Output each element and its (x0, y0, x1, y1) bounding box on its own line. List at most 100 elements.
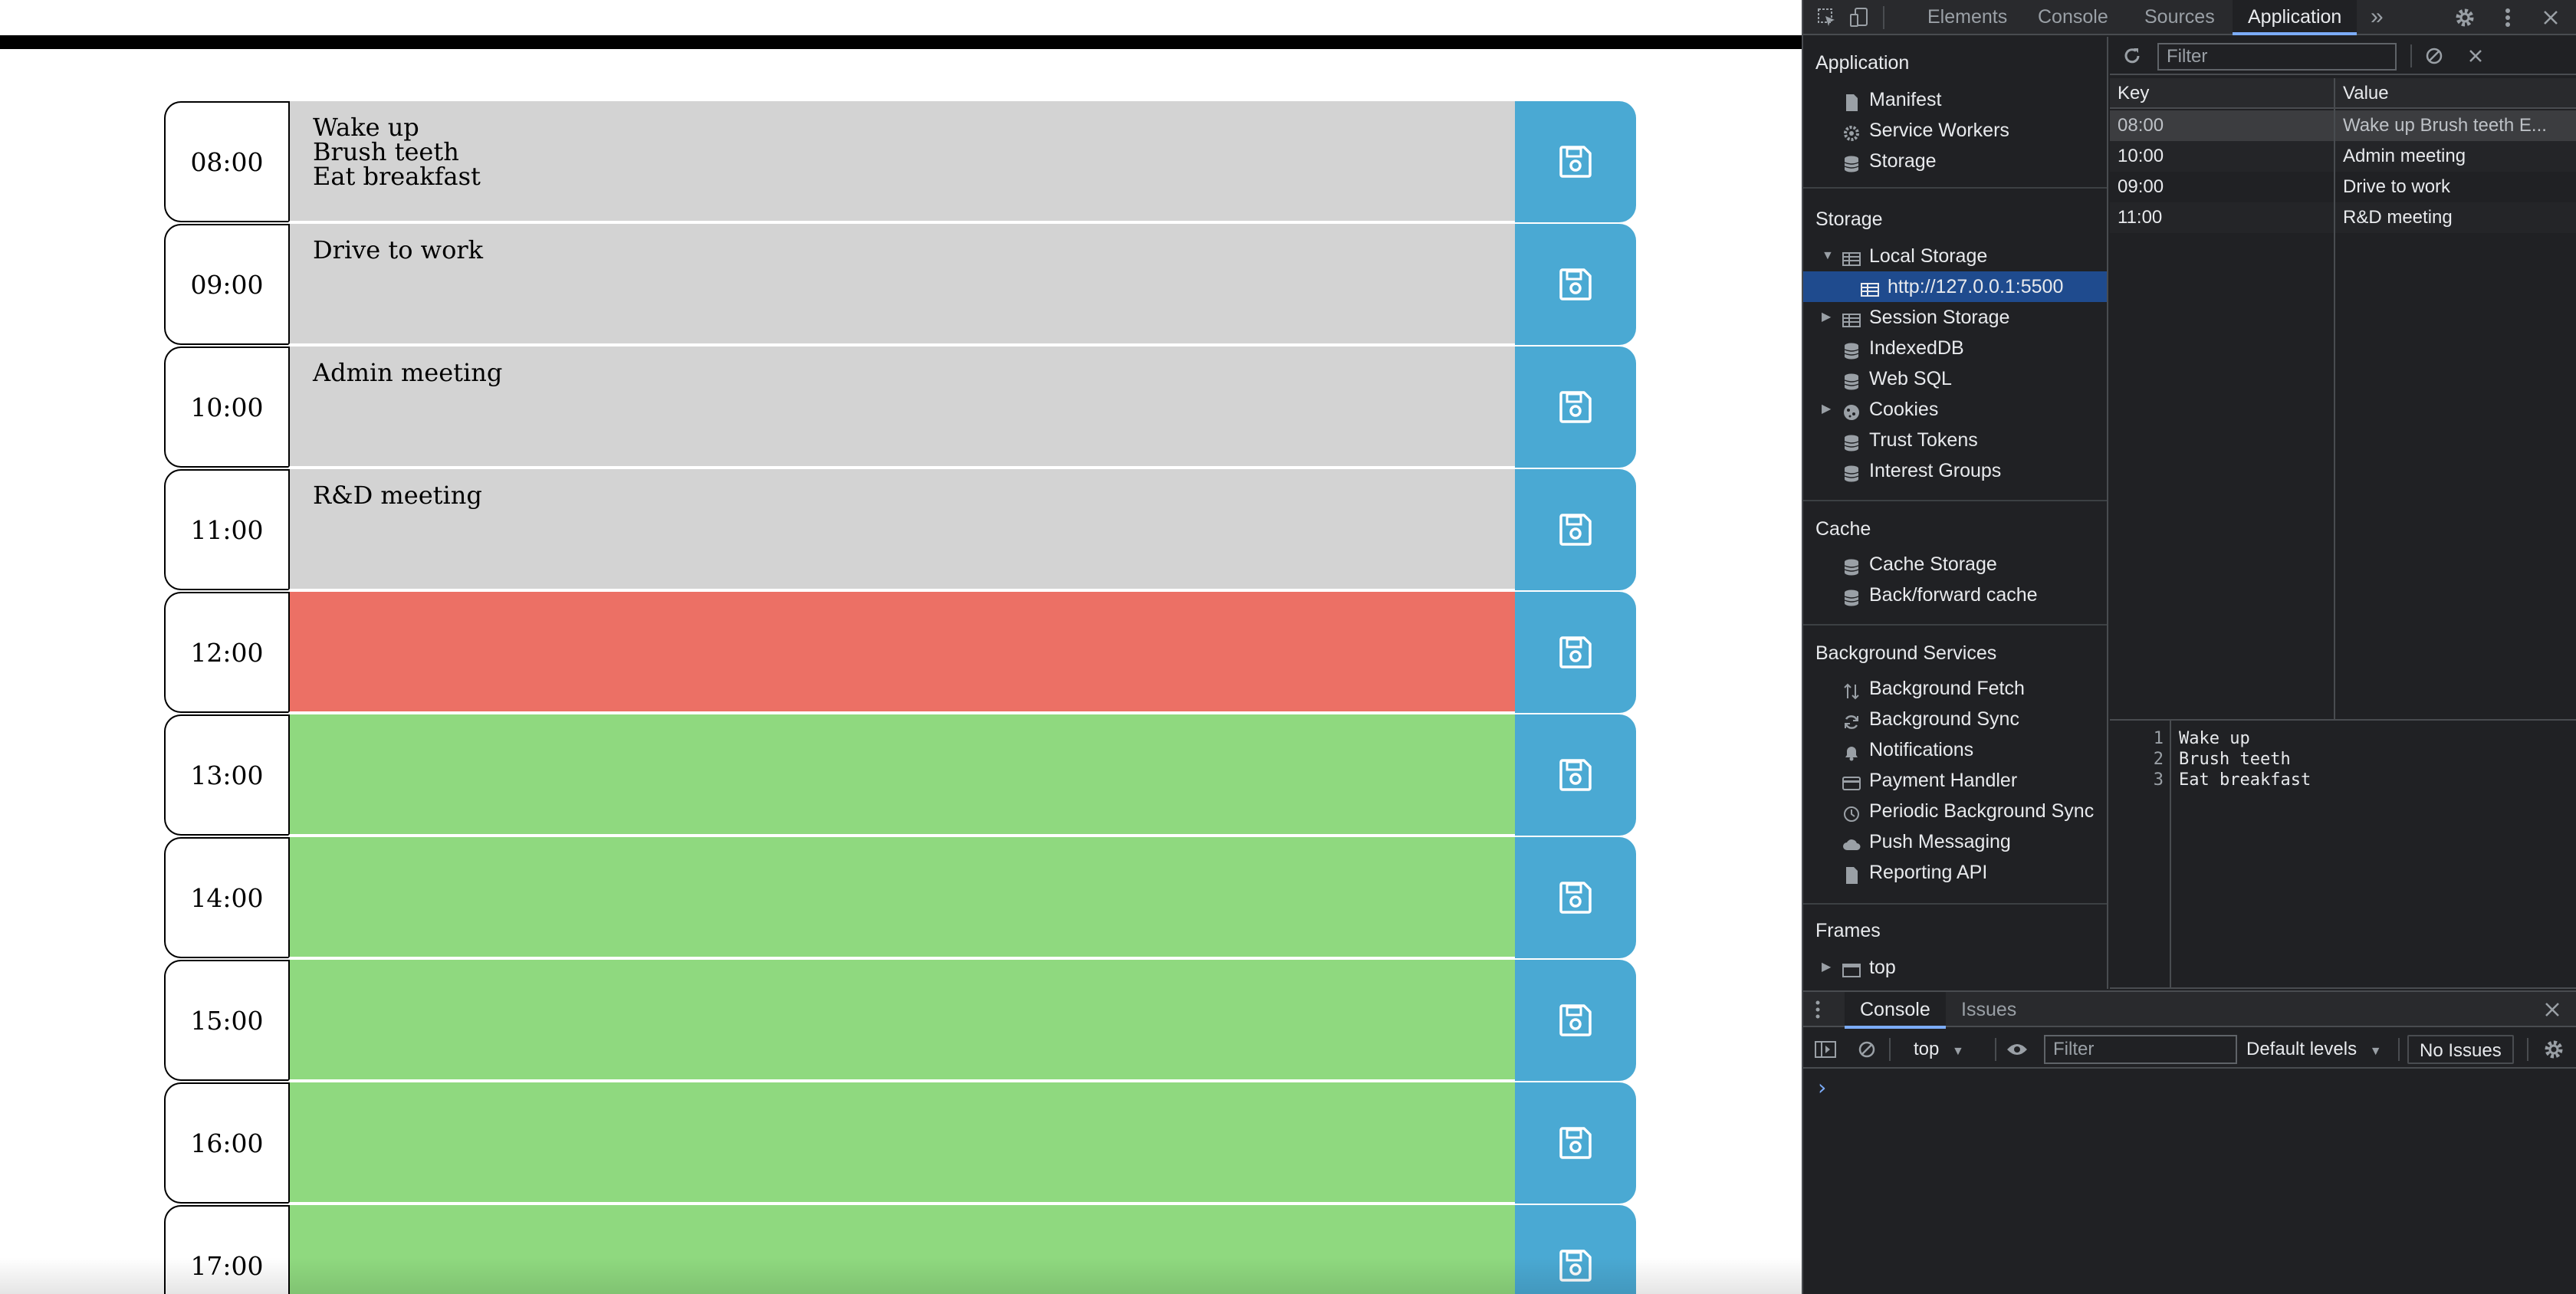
settings-gear-icon[interactable] (2452, 5, 2478, 31)
tab-elements[interactable]: Elements (1912, 0, 2022, 34)
file-icon (1842, 863, 1861, 884)
sidebar-item-frame-top[interactable]: ▶ top (1803, 952, 2107, 983)
tab-application[interactable]: Application (2233, 0, 2358, 35)
sidebar-divider (1803, 624, 2107, 626)
storage-key-cell: 09:00 (2118, 176, 2164, 197)
sidebar-item-session-storage[interactable]: ▶ Session Storage (1803, 302, 2107, 333)
close-drawer-icon[interactable] (2539, 997, 2565, 1023)
storage-table-row[interactable]: 11:00 R&D meeting (2110, 202, 2576, 233)
event-description-textarea[interactable] (288, 592, 1515, 713)
sidebar-toggle-icon[interactable] (1812, 1036, 1838, 1062)
time-block-row: 11:00 R&D meeting (164, 469, 1636, 592)
drawer-tab-console[interactable]: Console (1845, 992, 1946, 1029)
hour-label: 12:00 (164, 592, 288, 713)
sidebar-item-payment-handler[interactable]: Payment Handler (1803, 765, 2107, 796)
save-button[interactable] (1515, 714, 1636, 836)
event-description-textarea[interactable] (288, 1082, 1515, 1204)
sidebar-item-background-sync[interactable]: Background Sync (1803, 704, 2107, 734)
console-filter-input[interactable] (2044, 1035, 2237, 1064)
table-icon (1860, 278, 1880, 297)
expanded-arrow-icon[interactable]: ▼ (1822, 241, 1834, 271)
floppy-disk-icon (1558, 512, 1593, 547)
gear-icon (1842, 121, 1861, 141)
save-button[interactable] (1515, 1082, 1636, 1204)
sidebar-item-reporting-api[interactable]: Reporting API (1803, 857, 2107, 888)
toolbar-separator (2527, 1038, 2528, 1061)
hour-label: 08:00 (164, 101, 288, 222)
sidebar-item-local-storage[interactable]: ▼ Local Storage (1803, 241, 2107, 271)
event-description-textarea[interactable] (288, 960, 1515, 1081)
bell-icon (1842, 741, 1861, 761)
event-description-textarea[interactable] (288, 837, 1515, 958)
eye-icon[interactable] (2004, 1036, 2030, 1062)
tab-sources[interactable]: Sources (2129, 0, 2230, 34)
console-settings-gear-icon[interactable] (2541, 1036, 2567, 1062)
issues-counter-button[interactable]: No Issues (2407, 1035, 2514, 1064)
time-block-row: 16:00 (164, 1082, 1636, 1205)
event-description-textarea[interactable]: Admin meeting (288, 346, 1515, 468)
save-button[interactable] (1515, 592, 1636, 713)
save-button[interactable] (1515, 960, 1636, 1081)
table-icon (1842, 308, 1861, 327)
clear-all-icon[interactable] (2421, 43, 2447, 69)
sidebar-item-interest-groups[interactable]: Interest Groups (1803, 455, 2107, 486)
event-description-textarea[interactable]: R&D meeting (288, 469, 1515, 590)
storage-value-cell: R&D meeting (2343, 207, 2453, 228)
storage-table-row[interactable]: 08:00 Wake up Brush teeth E... (2110, 110, 2576, 141)
sidebar-item-web-sql[interactable]: Web SQL (1803, 363, 2107, 394)
sidebar-item-notifications[interactable]: Notifications (1803, 734, 2107, 765)
sidebar-item-storage[interactable]: Storage (1803, 146, 2107, 176)
sidebar-item-periodic-background-sync[interactable]: Periodic Background Sync (1803, 796, 2107, 826)
hour-label: 16:00 (164, 1082, 288, 1204)
delete-selected-icon[interactable] (2463, 43, 2489, 69)
collapsed-arrow-icon[interactable]: ▶ (1822, 952, 1831, 983)
column-divider (2334, 78, 2335, 721)
save-button[interactable] (1515, 101, 1636, 222)
sidebar-divider (1803, 903, 2107, 905)
log-levels-dropdown[interactable]: Default levels ▼ (2246, 1035, 2382, 1064)
inspect-element-icon[interactable] (1814, 5, 1840, 31)
event-description-textarea[interactable]: Drive to work (288, 224, 1515, 345)
collapsed-arrow-icon[interactable]: ▶ (1822, 302, 1831, 333)
save-button[interactable] (1515, 224, 1636, 345)
save-button[interactable] (1515, 346, 1636, 468)
sidebar-item-cookies[interactable]: ▶ Cookies (1803, 394, 2107, 425)
section-frames: Frames (1815, 920, 1881, 941)
refresh-icon[interactable] (2119, 43, 2145, 69)
sidebar-item-manifest[interactable]: Manifest (1803, 84, 2107, 115)
drawer-tab-issues[interactable]: Issues (1946, 992, 2032, 1027)
line-number-gutter: 1 2 3 (2110, 721, 2171, 987)
sidebar-item-background-fetch[interactable]: Background Fetch (1803, 673, 2107, 704)
sidebar-item-cache-storage[interactable]: Cache Storage (1803, 549, 2107, 580)
time-block-row: 09:00 Drive to work (164, 224, 1636, 346)
device-toolbar-icon[interactable] (1846, 5, 1872, 31)
storage-table-row[interactable]: 10:00 Admin meeting (2110, 141, 2576, 172)
storage-filter-input[interactable] (2157, 43, 2397, 71)
sidebar-item-back-forward-cache[interactable]: Back/forward cache (1803, 580, 2107, 610)
storage-value-cell: Admin meeting (2343, 146, 2466, 166)
collapsed-arrow-icon[interactable]: ▶ (1822, 394, 1831, 425)
sidebar-item-origin[interactable]: http://127.0.0.1:5500 (1803, 271, 2107, 302)
context-selector[interactable]: top ▼ (1914, 1035, 1964, 1064)
close-devtools-icon[interactable] (2538, 5, 2564, 31)
event-description-textarea[interactable]: Wake up Brush teeth Eat breakfast (288, 101, 1515, 222)
storage-value-cell: Wake up Brush teeth E... (2343, 115, 2547, 136)
storage-table-row[interactable]: 09:00 Drive to work (2110, 172, 2576, 202)
tab-console[interactable]: Console (2022, 0, 2124, 34)
clear-console-icon[interactable] (1854, 1036, 1880, 1062)
more-options-icon[interactable] (2495, 5, 2521, 31)
save-button[interactable] (1515, 837, 1636, 958)
column-header-key[interactable]: Key (2118, 78, 2325, 109)
column-header-value[interactable]: Value (2343, 78, 2565, 109)
event-description-textarea[interactable] (288, 714, 1515, 836)
sidebar-item-push-messaging[interactable]: Push Messaging (1803, 826, 2107, 857)
more-tabs-icon[interactable]: » (2363, 0, 2391, 34)
sidebar-item-trust-tokens[interactable]: Trust Tokens (1803, 425, 2107, 455)
save-button[interactable] (1515, 469, 1636, 590)
sidebar-item-service-workers[interactable]: Service Workers (1803, 115, 2107, 146)
sidebar-item-indexeddb[interactable]: IndexedDB (1803, 333, 2107, 363)
cookie-icon (1842, 400, 1861, 420)
scheduler-page: 08:00 Wake up Brush teeth Eat breakfast 09… (0, 0, 1802, 1294)
drawer-menu-icon[interactable] (1805, 997, 1831, 1023)
console-prompt[interactable]: › (1815, 1075, 1829, 1100)
